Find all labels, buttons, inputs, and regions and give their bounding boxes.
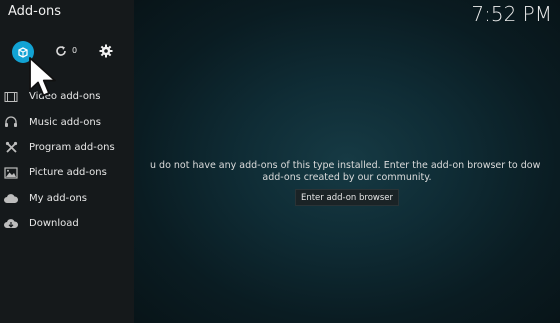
menu-item-video[interactable]: Video add-ons xyxy=(0,84,134,109)
menu-item-download[interactable]: Download xyxy=(0,211,134,236)
video-icon xyxy=(4,90,18,104)
addon-category-menu: Video add-ons Music add-ons Program add-… xyxy=(0,84,134,236)
picture-icon xyxy=(4,166,18,180)
menu-item-picture[interactable]: Picture add-ons xyxy=(0,160,134,185)
tools-icon xyxy=(4,140,18,154)
enter-addon-browser-button[interactable]: Enter add-on browser xyxy=(295,189,399,206)
menu-item-program[interactable]: Program add-ons xyxy=(0,135,134,160)
gear-icon[interactable] xyxy=(99,44,113,58)
update-count: 0 xyxy=(72,46,78,55)
download-cloud-icon xyxy=(4,217,18,231)
menu-item-label: Picture add-ons xyxy=(29,167,107,179)
page-title: Add-ons xyxy=(8,4,62,19)
cloud-icon xyxy=(4,191,18,205)
empty-message-line-1: u do not have any add-ons of this type i… xyxy=(150,160,541,171)
menu-item-label: Download xyxy=(29,218,79,230)
headphones-icon xyxy=(4,115,18,129)
menu-item-label: Program add-ons xyxy=(29,141,115,153)
menu-item-label: Music add-ons xyxy=(29,116,101,128)
main-panel: 7:52 PM u do not have any add-ons of thi… xyxy=(134,0,560,323)
clock: 7:52 PM xyxy=(471,2,552,26)
empty-message-line-2: add-ons created by our community. xyxy=(262,172,432,183)
menu-item-music[interactable]: Music add-ons xyxy=(0,109,134,134)
mouse-pointer-icon xyxy=(29,57,56,97)
sidebar: Add-ons 0 Video add-ons Music add-ons Pr… xyxy=(0,0,135,323)
menu-item-my-addons[interactable]: My add-ons xyxy=(0,186,134,211)
menu-item-label: My add-ons xyxy=(29,192,88,204)
